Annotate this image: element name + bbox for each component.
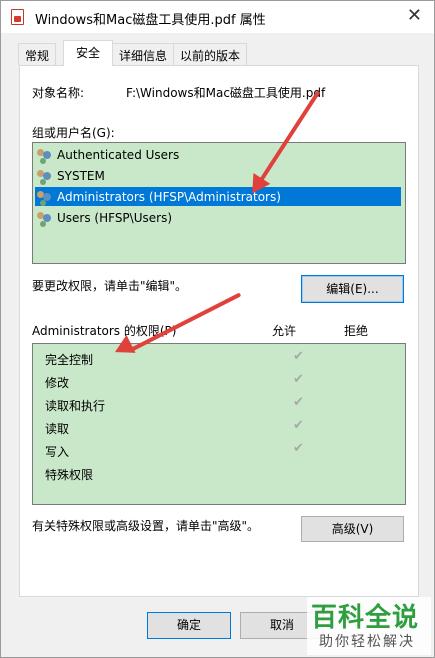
- watermark-title: 百科全说: [311, 603, 420, 633]
- permission-full-control: 完全控制: [45, 353, 94, 367]
- list-item[interactable]: SYSTEM: [37, 166, 105, 185]
- allow-check-icon: ✔: [293, 372, 304, 387]
- object-name-label: 对象名称:: [32, 86, 85, 100]
- user-group-icon: [37, 211, 53, 225]
- properties-dialog: Windows和Mac磁盘工具使用.pdf 属性 ✕ 常规 安全 详细信息 以前…: [0, 0, 435, 658]
- tab-previous-versions[interactable]: 以前的版本: [173, 43, 248, 65]
- permission-read-execute: 读取和执行: [45, 399, 106, 413]
- tab-general[interactable]: 常规: [18, 43, 57, 65]
- allow-column-header: 允许: [272, 324, 297, 338]
- user-group-icon: [37, 169, 53, 183]
- object-name-value: F:\Windows和Mac磁盘工具使用.pdf: [126, 86, 326, 100]
- permission-write: 写入: [45, 445, 70, 459]
- window-title: Windows和Mac磁盘工具使用.pdf 属性: [35, 13, 266, 28]
- tab-details[interactable]: 详细信息: [112, 43, 175, 65]
- user-group-icon: [37, 190, 53, 204]
- groups-label: 组或用户名(G):: [32, 126, 115, 140]
- security-tab-panel: 对象名称: F:\Windows和Mac磁盘工具使用.pdf 组或用户名(G):…: [19, 65, 419, 597]
- pdf-file-icon: [11, 9, 24, 25]
- list-item-label: Users (HFSP\Users): [57, 210, 172, 225]
- permission-special: 特殊权限: [45, 468, 94, 482]
- permissions-list: 完全控制 ✔ 修改 ✔ 读取和执行 ✔ 读取 ✔ 写入 ✔ 特殊权限: [32, 343, 406, 505]
- advanced-hint: 有关特殊权限或高级设置，请单击"高级"。: [32, 519, 260, 533]
- list-item-label: Administrators (HFSP\Administrators): [57, 189, 281, 204]
- permission-modify: 修改: [45, 376, 70, 390]
- list-item[interactable]: Authenticated Users: [37, 145, 179, 164]
- groups-list[interactable]: Authenticated Users SYSTEM Administrator…: [32, 142, 406, 264]
- title-bar: Windows和Mac磁盘工具使用.pdf 属性 ✕: [1, 1, 434, 33]
- list-item-selected[interactable]: Administrators (HFSP\Administrators): [35, 187, 401, 206]
- allow-check-icon: ✔: [293, 418, 304, 433]
- edit-button[interactable]: 编辑(E)...: [301, 275, 404, 303]
- list-item-label: SYSTEM: [57, 168, 105, 183]
- edit-hint: 要更改权限，请单击"编辑"。: [32, 279, 188, 293]
- allow-check-icon: ✔: [293, 395, 304, 410]
- close-icon[interactable]: ✕: [407, 7, 422, 25]
- ok-button[interactable]: 确定: [147, 612, 231, 639]
- user-group-icon: [37, 148, 53, 162]
- watermark: 百科全说 助你轻松解决: [307, 597, 431, 655]
- list-item[interactable]: Users (HFSP\Users): [37, 208, 172, 227]
- allow-check-icon: ✔: [293, 441, 304, 456]
- watermark-subtitle: 助你轻松解决: [319, 634, 415, 650]
- list-item-label: Authenticated Users: [57, 147, 180, 162]
- advanced-button[interactable]: 高级(V): [301, 516, 404, 542]
- allow-check-icon: ✔: [293, 349, 304, 364]
- permission-read: 读取: [45, 422, 70, 436]
- tab-security[interactable]: 安全: [63, 40, 113, 66]
- deny-column-header: 拒绝: [344, 324, 369, 338]
